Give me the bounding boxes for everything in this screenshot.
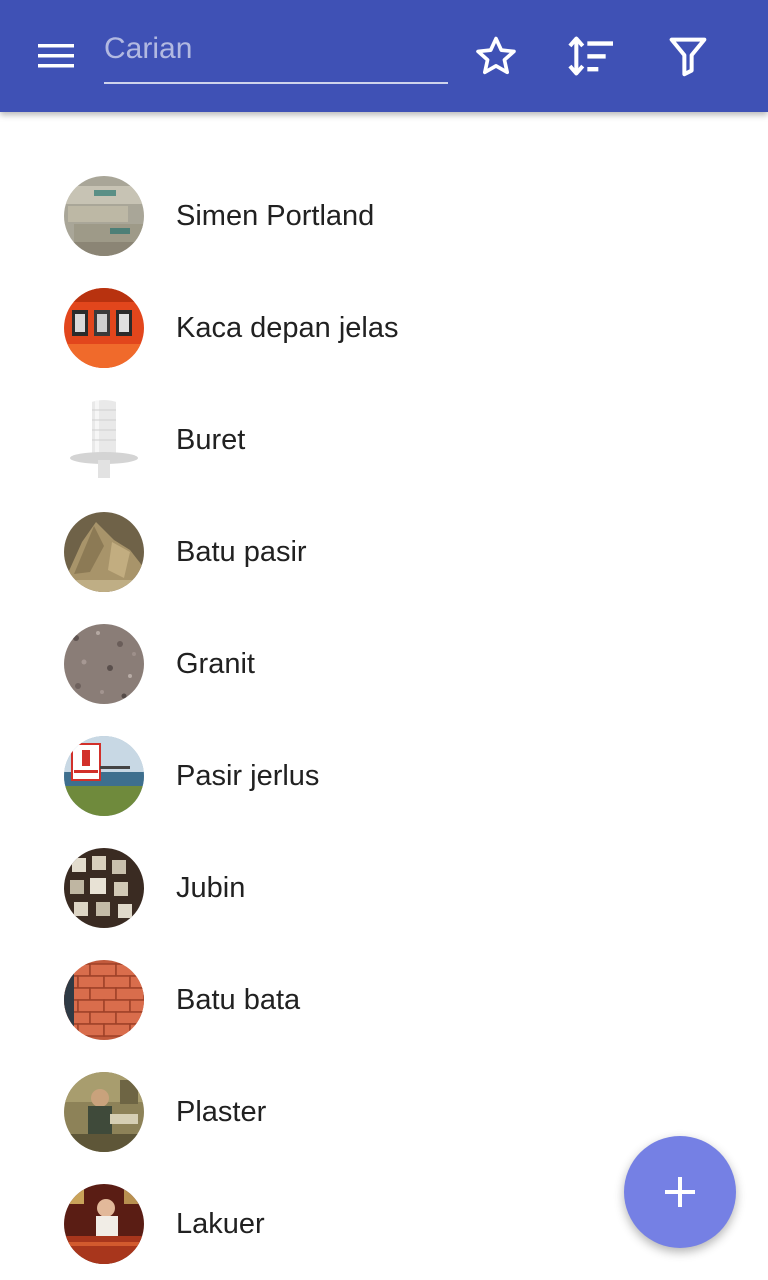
item-label: Lakuer bbox=[176, 1207, 265, 1240]
item-label: Batu pasir bbox=[176, 535, 307, 568]
plasterer-painting-thumbnail bbox=[64, 1072, 144, 1152]
list-item[interactable]: Pasir jerlus bbox=[0, 720, 768, 832]
list-item[interactable]: Jubin bbox=[0, 832, 768, 944]
item-label: Kaca depan jelas bbox=[176, 311, 399, 344]
item-label: Jubin bbox=[176, 871, 246, 904]
item-label: Simen Portland bbox=[176, 199, 375, 232]
app-bar bbox=[0, 0, 768, 112]
list-item[interactable]: Batu pasir bbox=[0, 496, 768, 608]
orange-vehicle-windows-thumbnail bbox=[64, 288, 144, 368]
item-label: Plaster bbox=[176, 1095, 267, 1128]
favorite-button[interactable] bbox=[468, 28, 524, 84]
star-outline-icon bbox=[476, 36, 516, 75]
item-label: Buret bbox=[176, 423, 246, 456]
hamburger-menu-icon bbox=[38, 44, 74, 68]
granite-texture-thumbnail bbox=[64, 624, 144, 704]
lacquer-furniture-thumbnail bbox=[64, 1184, 144, 1264]
glass-burette-thumbnail bbox=[64, 400, 144, 480]
filter-button[interactable] bbox=[660, 28, 716, 84]
cement-bags-thumbnail bbox=[64, 176, 144, 256]
tiles-display-thumbnail bbox=[64, 848, 144, 928]
filter-icon bbox=[669, 37, 707, 77]
brick-stack-thumbnail bbox=[64, 960, 144, 1040]
materials-list: Simen Portland Kaca depan jelas Buret Ba… bbox=[0, 160, 768, 1280]
sort-button[interactable] bbox=[563, 28, 619, 84]
list-item[interactable]: Kaca depan jelas bbox=[0, 272, 768, 384]
list-item[interactable]: Batu bata bbox=[0, 944, 768, 1056]
item-label: Batu bata bbox=[176, 983, 301, 1016]
sandstone-rock-thumbnail bbox=[64, 512, 144, 592]
item-label: Pasir jerlus bbox=[176, 759, 320, 792]
sort-icon bbox=[568, 36, 613, 76]
list-item[interactable]: Buret bbox=[0, 384, 768, 496]
menu-button[interactable] bbox=[24, 28, 88, 84]
plus-icon bbox=[665, 1177, 695, 1207]
list-item[interactable]: Simen Portland bbox=[0, 160, 768, 272]
list-item[interactable]: Granit bbox=[0, 608, 768, 720]
quicksand-warning-sign-thumbnail bbox=[64, 736, 144, 816]
item-label: Granit bbox=[176, 647, 255, 680]
search-input[interactable] bbox=[104, 24, 448, 74]
search-field bbox=[104, 24, 448, 84]
add-button[interactable] bbox=[624, 1136, 736, 1248]
